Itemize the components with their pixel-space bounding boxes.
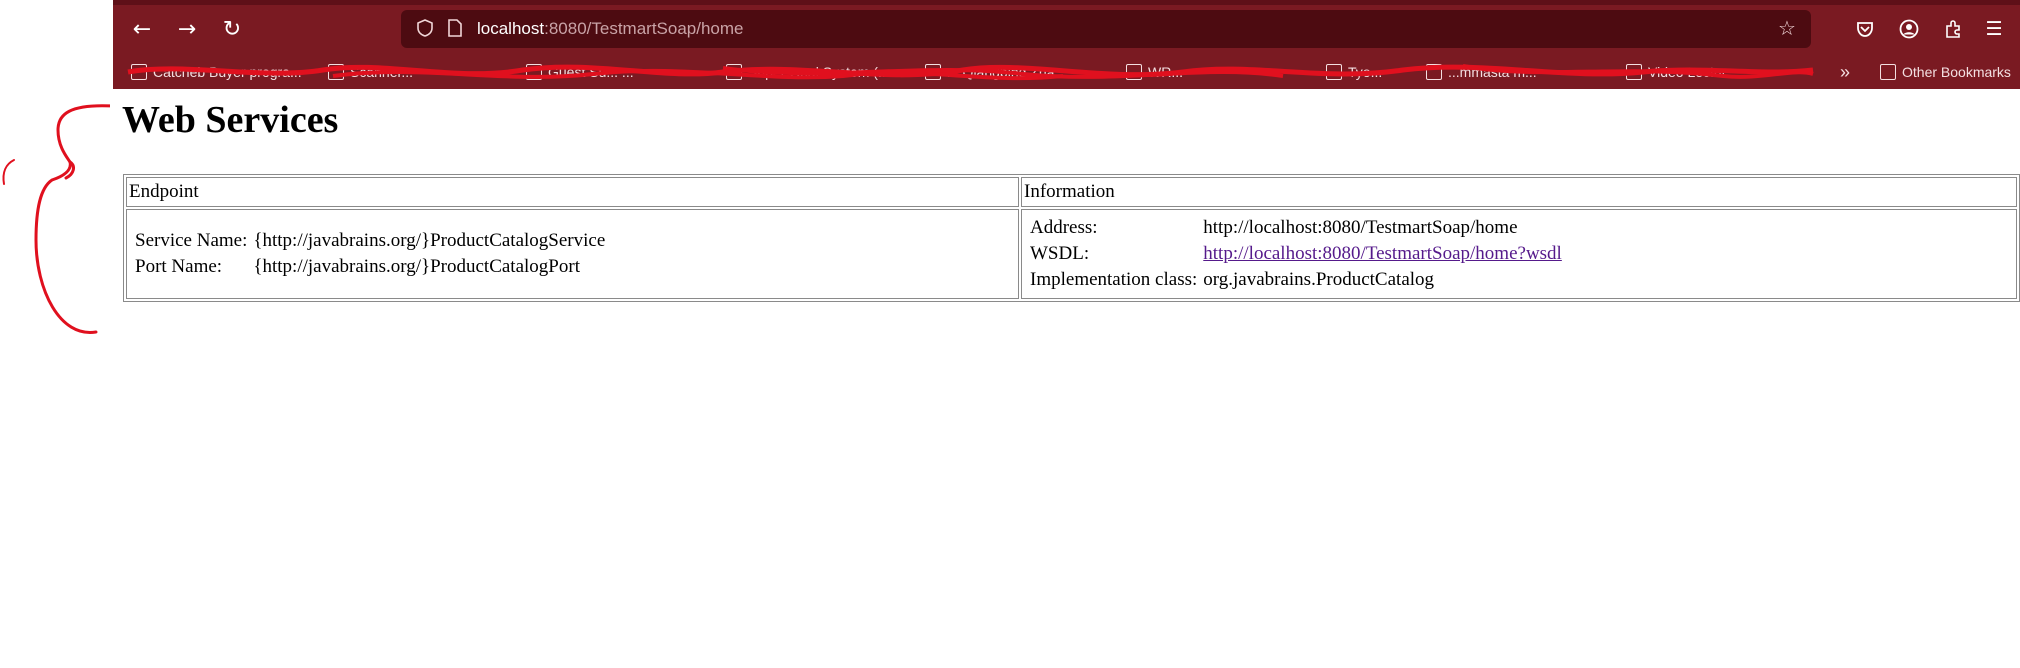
column-header-information: Information	[1021, 177, 2017, 207]
port-name-value: {http://javabrains.org/}ProductCatalogPo…	[253, 256, 580, 277]
endpoint-details: Service Name: {http://javabrains.org/}Pr…	[131, 227, 609, 281]
url-path: :8080/TestmartSoap/home	[544, 19, 744, 38]
bookmark-star-icon[interactable]: ☆	[1775, 16, 1799, 40]
arrow-right-icon: →	[177, 16, 197, 42]
address-bar[interactable]: localhost:8080/TestmartSoap/home ☆	[401, 10, 1811, 48]
hand-drawn-brace-annotation	[2, 104, 110, 334]
more-bookmarks-chevron-icon[interactable]: »	[1840, 61, 1850, 83]
page-title: Web Services	[122, 99, 339, 141]
information-details: Address: http://localhost:8080/TestmartS…	[1026, 214, 1566, 294]
page-info-icon[interactable]	[443, 16, 467, 40]
browser-toolbar: ← → ↻ localhost:8080/TestmartSoap/home ☆…	[113, 0, 2020, 89]
redaction-scribble	[127, 64, 1814, 81]
implementation-class-value: org.javabrains.ProductCatalog	[1203, 269, 1435, 290]
endpoint-cell: Service Name: {http://javabrains.org/}Pr…	[126, 209, 1019, 299]
url-host: localhost	[477, 19, 545, 38]
reload-icon: ↻	[222, 16, 242, 42]
forward-button[interactable]: →	[170, 12, 204, 46]
folder-icon	[1880, 64, 1896, 80]
service-name-value: {http://javabrains.org/}ProductCatalogSe…	[253, 230, 606, 251]
web-services-table: Endpoint Information Service Name: {http…	[123, 174, 2020, 302]
bookmarks-bar: Catcheb Buyer progra... Scanner... Guest…	[113, 56, 2020, 88]
tab-strip-edge	[113, 0, 2020, 5]
information-cell: Address: http://localhost:8080/TestmartS…	[1021, 209, 2017, 299]
back-button[interactable]: ←	[125, 12, 159, 46]
implementation-class-label: Implementation class:	[1030, 269, 1198, 290]
url-text[interactable]: localhost:8080/TestmartSoap/home	[477, 19, 744, 39]
extensions-icon[interactable]	[1936, 12, 1970, 46]
arrow-left-icon: ←	[132, 16, 152, 42]
reload-button[interactable]: ↻	[215, 12, 249, 46]
menu-icon[interactable]: ☰	[1977, 12, 2011, 46]
shield-icon[interactable]	[413, 16, 437, 40]
address-value: http://localhost:8080/TestmartSoap/home	[1203, 217, 1518, 238]
pocket-icon[interactable]	[1848, 12, 1882, 46]
table-header-row: Endpoint Information	[126, 177, 2017, 207]
port-name-label: Port Name:	[135, 256, 223, 277]
address-label: Address:	[1030, 217, 1098, 238]
table-row: Service Name: {http://javabrains.org/}Pr…	[126, 209, 2017, 299]
other-bookmarks-folder[interactable]: Other Bookmarks	[1880, 61, 2011, 83]
wsdl-link[interactable]: http://localhost:8080/TestmartSoap/home?…	[1203, 243, 1562, 264]
column-header-endpoint: Endpoint	[126, 177, 1019, 207]
wsdl-label: WSDL:	[1030, 243, 1090, 264]
account-icon[interactable]	[1892, 12, 1926, 46]
service-name-label: Service Name:	[135, 230, 248, 251]
